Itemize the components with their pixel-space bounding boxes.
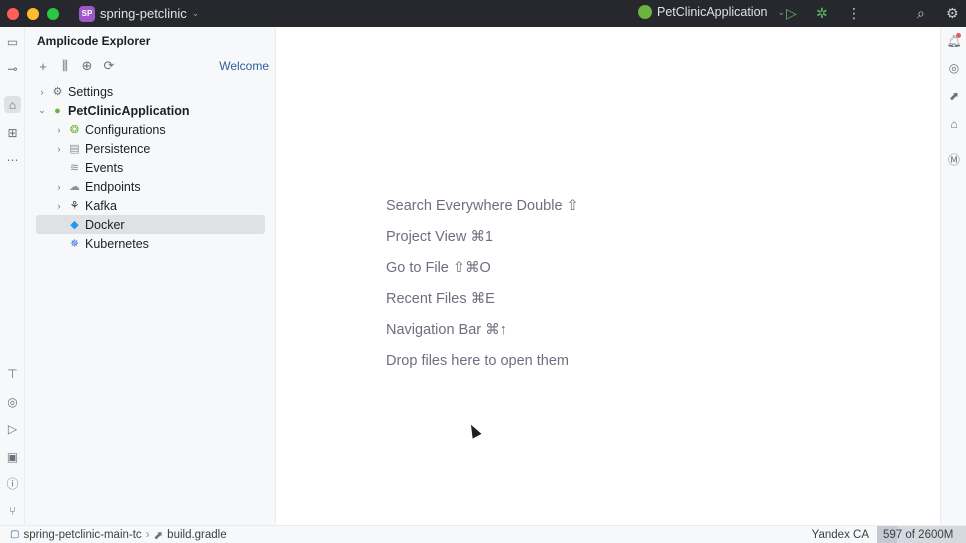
- maven-icon[interactable]: Ⓜ: [946, 151, 962, 167]
- chevron-right-icon[interactable]: ›: [54, 144, 64, 154]
- config-icon: ❂: [69, 124, 80, 136]
- minimize-window-button[interactable]: [27, 7, 39, 20]
- left-tool-strip: ▭ ⊸ ⌂ ⊞ ⋯ ⊤ ◎ ▷ ▣ ⓘ ⑂: [0, 27, 25, 525]
- chevron-down-icon[interactable]: ⌄: [192, 8, 200, 19]
- tree-item-label: Kafka: [85, 198, 117, 213]
- target-icon[interactable]: ⊕: [79, 58, 95, 74]
- tree-item-configurations[interactable]: › ❂ Configurations: [25, 120, 276, 139]
- endpoints-icon: ☁: [69, 181, 80, 193]
- tree-item-label: Persistence: [85, 141, 151, 156]
- project-name[interactable]: spring-petclinic: [100, 6, 187, 21]
- title-bar: SP spring-petclinic ⌄ PetClinicApplicati…: [0, 0, 966, 27]
- project-badge[interactable]: SP: [79, 5, 95, 22]
- persistence-icon: ▤: [69, 143, 80, 155]
- structure-icon[interactable]: ⫼: [57, 58, 73, 74]
- docker-icon: ◆: [70, 219, 79, 231]
- chevron-right-icon[interactable]: ›: [54, 182, 64, 192]
- panel-title: Amplicode Explorer: [37, 34, 151, 48]
- notification-dot: [956, 33, 961, 38]
- gradle-icon[interactable]: ⬈: [946, 88, 962, 104]
- tree-item-kafka[interactable]: › ⚘ Kafka: [25, 196, 276, 215]
- tree-item-label: PetClinicApplication: [68, 103, 190, 118]
- tree-item-label: Configurations: [85, 122, 166, 137]
- vcs-status[interactable]: Yandex CA: [812, 529, 869, 541]
- git-icon[interactable]: ⑂: [4, 502, 21, 519]
- gradle-file-icon: ⬈: [153, 529, 164, 542]
- commit-icon[interactable]: ⊸: [4, 60, 21, 77]
- chevron-right-icon[interactable]: ›: [37, 87, 47, 97]
- problems-icon[interactable]: ⓘ: [4, 475, 21, 492]
- chevron-down-icon[interactable]: ⌄: [37, 105, 47, 116]
- tree-item-label: Endpoints: [85, 179, 141, 194]
- amplicode-icon[interactable]: ⌂: [4, 96, 21, 113]
- tree-item-label: Docker: [85, 217, 125, 232]
- run-tool-icon[interactable]: ▷: [4, 420, 21, 437]
- run-configuration-label: PetClinicApplication: [657, 5, 768, 19]
- notifications-icon[interactable]: 🔔︎: [946, 33, 962, 49]
- hint-navigation-bar: Navigation Bar ⌘↑: [386, 321, 507, 338]
- build-icon[interactable]: ⊤: [4, 365, 21, 382]
- explorer-tree: › ⚙ Settings ⌄ ● PetClinicApplication › …: [25, 82, 276, 253]
- services-icon[interactable]: ◎: [4, 393, 21, 410]
- breadcrumb-file[interactable]: build.gradle: [167, 529, 226, 541]
- hint-search-everywhere: Search Everywhere Double ⇧: [386, 197, 579, 214]
- add-icon[interactable]: +: [35, 58, 51, 74]
- chevron-right-icon[interactable]: ›: [54, 201, 64, 211]
- hint-drop-files: Drop files here to open them: [386, 352, 569, 369]
- tree-item-petclinic-application[interactable]: ⌄ ● PetClinicApplication: [25, 101, 276, 120]
- spring-leaf-icon: [638, 5, 652, 19]
- empty-editor-hints: Search Everywhere Double ⇧ Project View …: [386, 190, 579, 376]
- refresh-icon[interactable]: ⟳: [101, 58, 117, 74]
- explorer-toolbar: + ⫼ ⊕ ⟳: [35, 58, 117, 74]
- project-folder-icon[interactable]: ▭: [4, 33, 21, 50]
- tree-item-label: Kubernetes: [85, 236, 149, 251]
- module-icon: ▢: [10, 529, 20, 540]
- run-configuration-selector[interactable]: PetClinicApplication ⌄: [638, 5, 785, 19]
- spring-app-icon: ●: [54, 104, 61, 117]
- chevron-down-icon: ⌄: [777, 6, 786, 17]
- tree-item-docker[interactable]: ◆ Docker: [36, 215, 265, 234]
- ai-assistant-icon[interactable]: ◎: [946, 60, 962, 76]
- amplicode-designer-icon[interactable]: ⌂: [946, 116, 962, 132]
- tree-item-persistence[interactable]: › ▤ Persistence: [25, 139, 276, 158]
- tree-item-settings[interactable]: › ⚙ Settings: [25, 82, 276, 101]
- more-icon[interactable]: ⋮: [847, 5, 861, 22]
- run-icon[interactable]: ▷: [786, 5, 797, 22]
- status-bar-right: Yandex CA 597 of 2600M: [812, 526, 966, 543]
- right-tool-strip: 🔔︎ ◎ ⬈ ⌂ Ⓜ: [940, 27, 966, 525]
- editor-empty-area[interactable]: Search Everywhere Double ⇧ Project View …: [277, 27, 940, 525]
- chevron-right-icon[interactable]: ›: [54, 125, 64, 135]
- settings-icon[interactable]: ⚙: [946, 5, 959, 22]
- tree-item-kubernetes[interactable]: ✵ Kubernetes: [25, 234, 276, 253]
- terminal-icon[interactable]: ▣: [4, 448, 21, 465]
- events-icon: ≋: [69, 162, 80, 174]
- structure-icon[interactable]: ⊞: [4, 124, 21, 141]
- close-window-button[interactable]: [7, 7, 19, 20]
- memory-label: 597 of 2600M: [883, 528, 954, 541]
- hint-recent-files: Recent Files ⌘E: [386, 290, 495, 307]
- welcome-link[interactable]: Welcome: [219, 59, 269, 73]
- amplicode-explorer-panel: Amplicode Explorer + ⫼ ⊕ ⟳ Welcome › ⚙ S…: [25, 27, 276, 525]
- tree-item-label: Settings: [68, 84, 114, 99]
- hint-project-view: Project View ⌘1: [386, 228, 493, 245]
- kubernetes-icon: ✵: [69, 238, 80, 250]
- memory-indicator[interactable]: 597 of 2600M: [877, 526, 966, 543]
- chevron-right-icon: ›: [145, 528, 150, 541]
- tree-item-endpoints[interactable]: › ☁ Endpoints: [25, 177, 276, 196]
- tree-item-label: Events: [85, 160, 124, 175]
- more-tools-icon[interactable]: ⋯: [4, 151, 21, 168]
- debug-icon[interactable]: ✲: [816, 5, 828, 22]
- maximize-window-button[interactable]: [47, 7, 59, 20]
- hint-go-to-file: Go to File ⇧⌘O: [386, 259, 491, 276]
- breadcrumb: ▢ spring-petclinic-main-tc › ⬈ build.gra…: [10, 528, 227, 542]
- breadcrumb-module[interactable]: spring-petclinic-main-tc: [23, 529, 141, 541]
- search-icon[interactable]: ⌕: [917, 5, 925, 22]
- window-controls: [7, 7, 59, 20]
- kafka-icon: ⚘: [69, 200, 80, 212]
- status-bar: ▢ spring-petclinic-main-tc › ⬈ build.gra…: [0, 525, 966, 543]
- tree-item-events[interactable]: ≋ Events: [25, 158, 276, 177]
- gear-icon: ⚙: [52, 86, 63, 98]
